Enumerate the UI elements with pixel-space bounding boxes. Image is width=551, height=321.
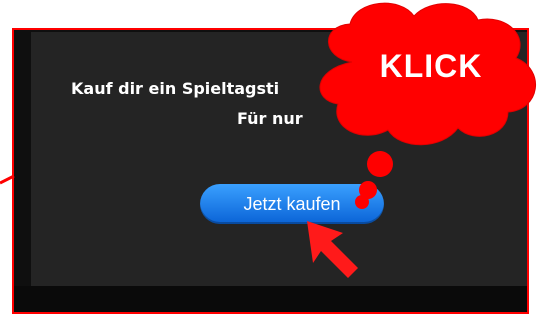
klick-label: KLICK (379, 48, 483, 84)
bottom-strip (14, 286, 527, 312)
ad-subline: Für nur (237, 109, 303, 128)
buy-now-label: Jetzt kaufen (243, 193, 341, 214)
buy-now-button[interactable]: Jetzt kaufen (200, 184, 384, 224)
